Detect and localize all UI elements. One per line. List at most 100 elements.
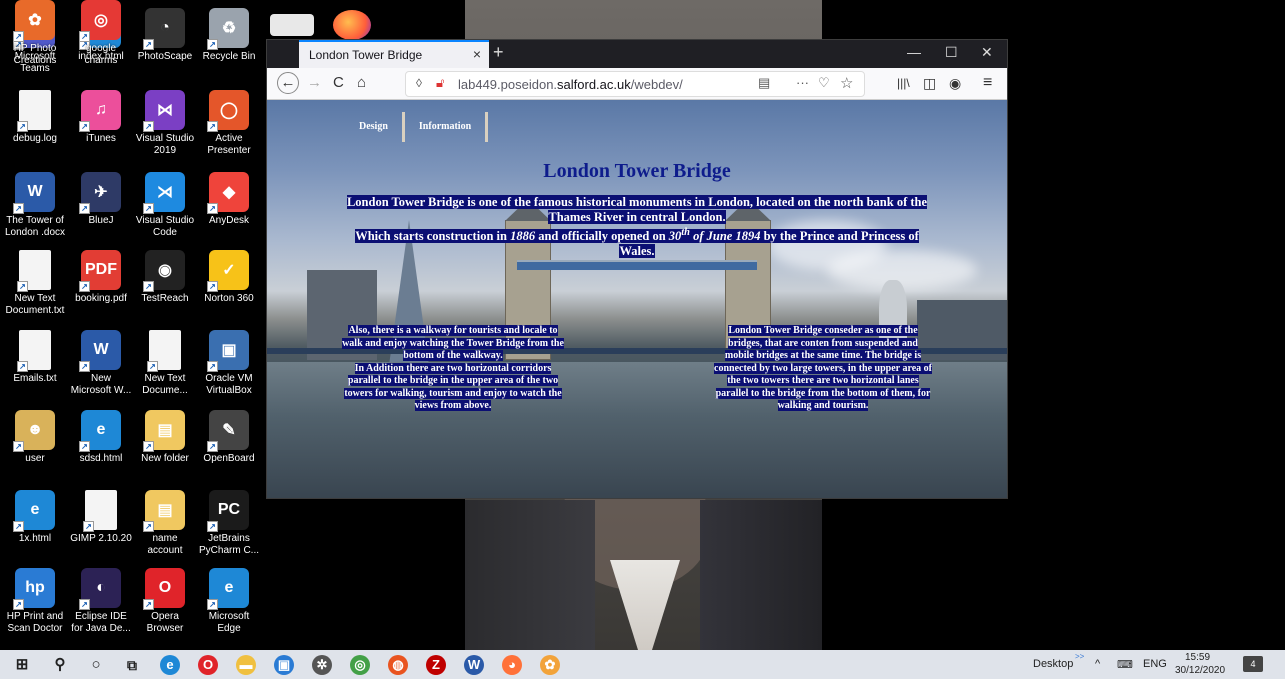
close-window-button[interactable]: ✕ [981,44,993,61]
pocket-icon[interactable]: ♡ [818,75,830,91]
forward-button[interactable]: → [307,74,322,92]
cortana-icon[interactable]: ○ [86,655,106,675]
show-hidden-icons-icon[interactable]: ^ [1095,658,1100,670]
app-icon: ◎ ↗ [79,0,121,42]
account-icon[interactable]: ◉ [949,74,961,92]
paint-icon[interactable]: ✿ [540,655,560,675]
url-bar[interactable]: ◊ 🔓︎ lab449.poseidon.salford.ac.uk/webde… [405,71,865,97]
opera-icon[interactable]: O [198,655,218,675]
desktop-icon[interactable]: ◔ ↗ PhotoScape [134,8,196,63]
shortcut-arrow-icon: ↗ [147,361,158,372]
app-icon: hp ↗ [13,568,55,610]
url-text[interactable]: lab449.poseidon.salford.ac.uk/webdev/ [458,77,683,92]
navigation-toolbar: ← → C ⌂ ◊ 🔓︎ lab449.poseidon.salford.ac.… [267,68,1007,100]
desktop-icon[interactable]: ✎ ↗ OpenBoard [198,410,260,465]
bookmark-star-icon[interactable]: ☆ [840,74,853,92]
tab-london-tower-bridge[interactable]: London Tower Bridge × [299,40,489,68]
desktop-icon[interactable]: ♫ ↗ iTunes [70,90,132,145]
shortcut-arrow-icon: ↗ [143,599,154,610]
shortcut-arrow-icon: ↗ [79,31,90,42]
home-button[interactable]: ⌂ [357,74,366,92]
desktop-icon[interactable]: ⋈ ↗ Visual Studio 2019 [134,90,196,157]
desktop-icon-label: TestReach [141,293,189,304]
desktop-icon-label: sdsd.html [79,453,123,464]
photos-icon[interactable]: ▣ [274,655,294,675]
reload-button[interactable]: C [333,74,344,92]
nav-link-information[interactable]: Information [405,112,489,142]
chrome-icon[interactable]: ◎ [350,655,370,675]
desktop-icon[interactable]: ♻ ↗ Recycle Bin [198,8,260,63]
language-indicator[interactable]: ENG [1143,658,1167,670]
desktop-icon[interactable]: e ↗ sdsd.html [70,410,132,465]
desktop-icon[interactable]: ☻ ↗ user [4,410,66,465]
library-icon[interactable]: |||\ [897,74,910,92]
notifications-icon[interactable]: 4 [1243,656,1263,672]
desktop-icon[interactable]: ✿ ↗ HP Photo Creations [4,0,66,67]
page-actions-icon[interactable]: ··· [796,75,809,90]
desktop-icon[interactable]: ▤ ↗ New folder [134,410,196,465]
shortcut-arrow-icon: ↗ [13,31,24,42]
desktop-icon-label: HP Photo Creations [13,43,57,66]
desktop-icon[interactable]: ◯ ↗ Active Presenter [198,90,260,157]
desktop-icon[interactable]: W ↗ The Tower of London .docx [4,172,66,239]
insecure-lock-icon[interactable]: 🔓︎ [436,75,444,91]
desktop-icon-label: HP Print and Scan Doctor [6,611,64,634]
back-button[interactable]: ← [277,72,299,94]
menu-icon[interactable]: ≡ [983,74,992,92]
word-icon[interactable]: W [464,655,484,675]
file-explorer-icon[interactable]: ▬ [236,655,256,675]
desktop-icon[interactable]: ⋊ ↗ Visual Studio Code [134,172,196,239]
desktop-icon[interactable]: ✓ ↗ Norton 360 [198,250,260,305]
desktop-icon[interactable]: ↗ New Text Document.txt [4,250,66,317]
minimize-button[interactable]: — [907,44,921,60]
app-icon: ◯ ↗ [207,90,249,132]
desktop-icon[interactable]: O ↗ Opera Browser [134,568,196,635]
clock-date[interactable]: 30/12/2020 [1175,665,1225,676]
desktop-icon[interactable]: PC ↗ JetBrains PyCharm C... [198,490,260,557]
desktop-icon-label: booking.pdf [75,293,127,304]
desktop-icon-label: PhotoScape [137,51,193,62]
close-tab-icon[interactable]: × [473,46,481,62]
firefox-icon[interactable]: ◕ [502,655,522,675]
desktop-icon[interactable]: PDF ↗ booking.pdf [70,250,132,305]
settings-icon[interactable]: ✲ [312,655,332,675]
ubuntu-icon[interactable]: ◍ [388,655,408,675]
web-page: Design Information London Tower Bridge L… [267,100,1007,498]
wallpaper-figure [465,500,595,650]
desktop-icon[interactable]: hp ↗ HP Print and Scan Doctor [4,568,66,635]
desktop-icon[interactable]: ↗ Emails.txt [4,330,66,385]
desktop-icon[interactable]: ▤ ↗ name account [134,490,196,557]
desktop-icon[interactable]: ↗ debug.log [4,90,66,145]
desktop-icon-label: 1x.html [18,533,52,544]
edge-icon[interactable]: e [160,655,180,675]
desktop-icon[interactable]: ◆ ↗ AnyDesk [198,172,260,227]
desktop-icon[interactable]: ◎ ↗ google charms [70,0,132,67]
new-tab-button[interactable]: + [493,42,504,63]
desktop-icon[interactable]: ↗ New Text Docume... [134,330,196,397]
desktop-icon[interactable]: e ↗ 1x.html [4,490,66,545]
firefox-icon[interactable] [333,10,371,40]
printer-icon[interactable] [270,14,314,36]
desktop-icon[interactable]: e ↗ Microsoft Edge [198,568,260,635]
search-icon[interactable]: ⚲ [50,655,70,675]
keyboard-icon[interactable]: ⌨ [1117,658,1133,671]
reader-view-icon[interactable]: ▤ [758,75,770,91]
desktop-icon-label: Opera Browser [146,611,184,634]
start-button[interactable]: ⊞ [12,655,32,675]
desktop-icon-label: AnyDesk [208,215,249,226]
sidebar-icon[interactable]: ◫ [923,74,936,92]
nav-link-design[interactable]: Design [345,112,405,142]
desktop-toolbar-label[interactable]: Desktop [1033,658,1073,670]
desktop-icon[interactable]: ✈ ↗ BlueJ [70,172,132,227]
shield-icon[interactable]: ◊ [416,76,422,90]
chevron-icon[interactable]: >> [1075,652,1084,661]
filezilla-icon[interactable]: Z [426,655,446,675]
task-view-icon[interactable]: ⧉ [122,655,142,675]
desktop-icon[interactable]: ◉ ↗ TestReach [134,250,196,305]
desktop-icon[interactable]: ◐ ↗ Eclipse IDE for Java De... [70,568,132,635]
maximize-button[interactable]: ☐ [945,44,958,61]
clock-time[interactable]: 15:59 [1185,652,1210,663]
desktop-icon[interactable]: ▣ ↗ Oracle VM VirtualBox [198,330,260,397]
desktop-icon[interactable]: ↗ GIMP 2.10.20 [70,490,132,545]
desktop-icon[interactable]: W ↗ New Microsoft W... [70,330,132,397]
